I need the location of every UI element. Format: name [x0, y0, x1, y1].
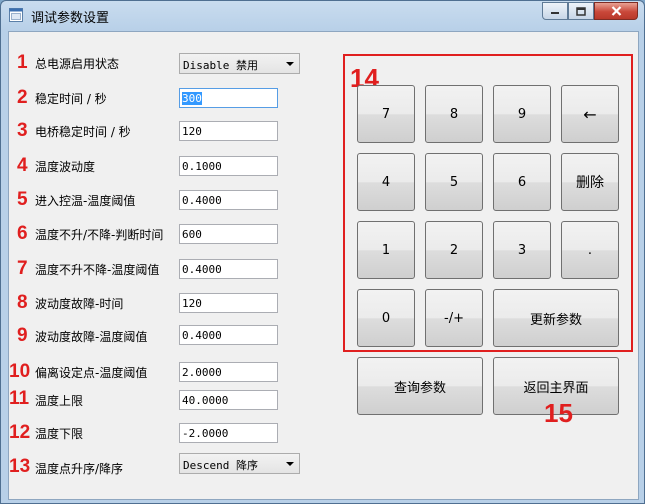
minimize-icon — [551, 12, 559, 14]
row-number-11: 11 — [9, 388, 30, 409]
sort-order-combo[interactable]: Descend 降序 — [179, 453, 300, 474]
param-label-power-state: 总电源启用状态 — [35, 57, 120, 71]
param-label-no-change-time: 温度不升/不降-判断时间 — [35, 228, 164, 242]
bridge-stable-time-input[interactable]: 120 — [179, 121, 278, 141]
minimize-button[interactable] — [542, 2, 568, 20]
window-title: 调试参数设置 — [31, 11, 110, 26]
key-0[interactable]: 0 — [357, 289, 415, 347]
deviation-threshold-input[interactable]: 2.0000 — [179, 362, 278, 382]
param-label-stable-time: 稳定时间 / 秒 — [35, 92, 107, 106]
maximize-button[interactable] — [568, 2, 594, 20]
fluctuation-input[interactable]: 0.1000 — [179, 156, 278, 176]
param-label-temp-upper: 温度上限 — [35, 394, 84, 408]
param-label-temp-lower: 温度下限 — [35, 427, 84, 441]
param-label-bridge-stable-time: 电桥稳定时间 / 秒 — [35, 125, 131, 139]
row-number-10: 10 — [9, 361, 31, 382]
caption-buttons — [542, 2, 638, 21]
stable-time-input[interactable]: 300 — [179, 88, 278, 108]
param-label-fluct-fault-threshold: 波动度故障-温度阈值 — [35, 330, 148, 344]
param-label-deviation-threshold: 偏离设定点-温度阈值 — [35, 366, 148, 380]
row-number-8: 8 — [17, 292, 28, 313]
stable-time-value: 300 — [182, 92, 202, 105]
backspace-button[interactable]: ← — [561, 85, 619, 143]
key-2[interactable]: 2 — [425, 221, 483, 279]
param-label-enter-control-threshold: 进入控温-温度阈值 — [35, 194, 136, 208]
query-params-button[interactable]: 查询参数 — [357, 357, 483, 415]
no-change-time-input[interactable]: 600 — [179, 224, 278, 244]
no-change-threshold-input[interactable]: 0.4000 — [179, 259, 278, 279]
decimal-point-button[interactable]: . — [561, 221, 619, 279]
close-icon — [611, 6, 621, 16]
maximize-icon — [576, 6, 586, 16]
row-number-4: 4 — [17, 155, 28, 176]
client-area: 1 总电源启用状态 Disable 禁用 2 稳定时间 / 秒 300 3 电桥… — [8, 31, 639, 500]
key-8[interactable]: 8 — [425, 85, 483, 143]
close-button[interactable] — [594, 2, 638, 20]
sort-order-value: Descend 降序 — [183, 459, 258, 472]
chevron-down-icon — [286, 462, 294, 466]
key-5[interactable]: 5 — [425, 153, 483, 211]
row-number-2: 2 — [17, 87, 28, 108]
key-9[interactable]: 9 — [493, 85, 551, 143]
enter-control-threshold-input[interactable]: 0.4000 — [179, 190, 278, 210]
param-label-no-change-threshold: 温度不升不降-温度阈值 — [35, 263, 160, 277]
key-3[interactable]: 3 — [493, 221, 551, 279]
temp-upper-input[interactable]: 40.0000 — [179, 390, 278, 410]
row-number-13: 13 — [9, 456, 31, 477]
key-7[interactable]: 7 — [357, 85, 415, 143]
temp-lower-input[interactable]: -2.0000 — [179, 423, 278, 443]
row-number-9: 9 — [17, 325, 28, 346]
row-number-3: 3 — [17, 120, 28, 141]
sign-toggle-button[interactable]: -/+ — [425, 289, 483, 347]
row-number-7: 7 — [17, 258, 28, 279]
row-number-1: 1 — [17, 52, 28, 73]
row-number-5: 5 — [17, 189, 28, 210]
param-label-fluctuation: 温度波动度 — [35, 160, 96, 174]
actions-marker: 15 — [544, 398, 573, 428]
row-number-12: 12 — [9, 422, 31, 443]
app-icon — [9, 8, 23, 22]
title-bar[interactable]: 调试参数设置 — [1, 1, 644, 31]
key-4[interactable]: 4 — [357, 153, 415, 211]
key-1[interactable]: 1 — [357, 221, 415, 279]
settings-window: 调试参数设置 1 总电源启用状态 Disable 禁用 2 稳定时间 / 秒 3… — [0, 0, 645, 504]
power-state-value: Disable 禁用 — [183, 59, 258, 72]
fluct-fault-threshold-input[interactable]: 0.4000 — [179, 325, 278, 345]
row-number-6: 6 — [17, 223, 28, 244]
param-label-fluct-fault-time: 波动度故障-时间 — [35, 297, 124, 311]
fluct-fault-time-input[interactable]: 120 — [179, 293, 278, 313]
param-label-sort-order: 温度点升序/降序 — [35, 462, 124, 476]
power-state-combo[interactable]: Disable 禁用 — [179, 53, 300, 74]
key-6[interactable]: 6 — [493, 153, 551, 211]
update-params-button[interactable]: 更新参数 — [493, 289, 619, 347]
chevron-down-icon — [286, 62, 294, 66]
delete-button[interactable]: 删除 — [561, 153, 619, 211]
